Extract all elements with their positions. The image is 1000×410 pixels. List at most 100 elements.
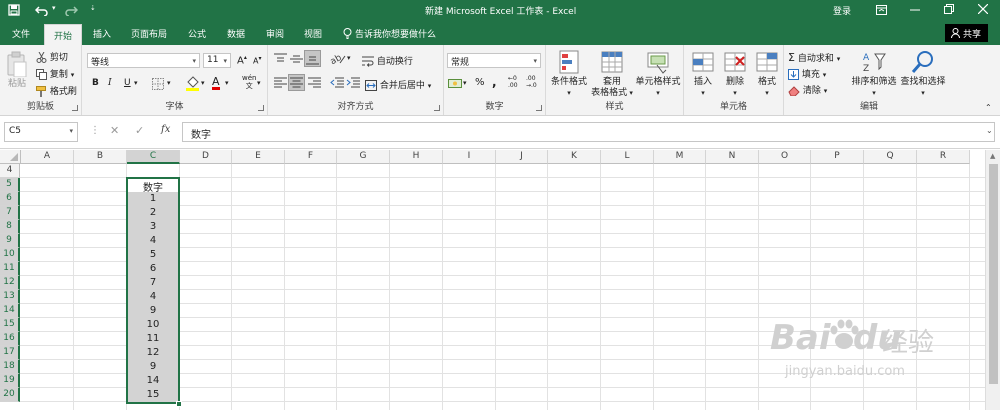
select-all-corner[interactable] [0, 150, 21, 164]
tab-home[interactable]: 开始 [44, 24, 83, 45]
column-header-k[interactable]: K [548, 150, 601, 164]
row-header-4[interactable]: 4 [0, 164, 20, 178]
autosum-button[interactable]: Σ 自动求和 ▾ [788, 51, 840, 64]
accounting-format-icon[interactable] [448, 77, 462, 89]
increase-decimal-button[interactable]: ←0.00 [508, 75, 518, 89]
font-color-dropdown-icon[interactable]: ▾ [225, 79, 229, 87]
align-middle-icon[interactable] [290, 53, 303, 65]
font-color-button[interactable]: A [212, 76, 220, 90]
ribbon-display-icon[interactable] [876, 5, 887, 15]
align-left-icon[interactable] [274, 77, 287, 88]
formula-input[interactable]: 数字 [182, 122, 995, 142]
tab-data[interactable]: 数据 [227, 27, 245, 40]
tab-formulas[interactable]: 公式 [188, 27, 206, 40]
column-header-l[interactable]: L [601, 150, 654, 164]
column-header-i[interactable]: I [443, 150, 496, 164]
font-name-select[interactable]: 等线 ▾ [87, 53, 200, 68]
tell-me-search[interactable]: 告诉我你想要做什么 [355, 27, 436, 40]
tab-review[interactable]: 审阅 [266, 27, 284, 40]
name-box[interactable]: C5 ▾ [4, 122, 78, 142]
clipboard-launcher-icon[interactable] [72, 105, 78, 111]
row-header-7[interactable]: 7 [0, 206, 20, 220]
column-header-a[interactable]: A [21, 150, 74, 164]
format-as-table-button[interactable]: 套用 表格格式 ▾ [590, 49, 634, 99]
font-launcher-icon[interactable] [258, 105, 264, 111]
undo-dropdown-icon[interactable]: ▾ [52, 4, 56, 12]
row-header-18[interactable]: 18 [0, 360, 20, 374]
find-select-button[interactable]: 查找和选择 ▾ [898, 49, 948, 99]
fill-handle[interactable] [176, 401, 182, 407]
login-link[interactable]: 登录 [833, 4, 851, 17]
decrease-indent-icon[interactable] [330, 77, 344, 88]
increase-indent-icon[interactable] [346, 77, 360, 88]
grow-font-button[interactable]: A▴ [237, 54, 247, 66]
fill-color-dropdown-icon[interactable]: ▾ [201, 79, 205, 87]
tab-insert[interactable]: 插入 [93, 27, 111, 40]
collapse-ribbon-icon[interactable]: ⌃ [985, 103, 992, 112]
number-launcher-icon[interactable] [536, 105, 542, 111]
row-header-17[interactable]: 17 [0, 346, 20, 360]
insert-function-button[interactable]: fx [161, 124, 170, 135]
wrap-text-button[interactable]: 自动换行 [362, 54, 413, 67]
align-bottom-active[interactable] [304, 50, 321, 67]
orientation-icon[interactable]: ab [330, 51, 346, 65]
column-header-c[interactable]: C [127, 150, 180, 164]
column-header-h[interactable]: H [390, 150, 443, 164]
row-header-5[interactable]: 5 [0, 178, 20, 192]
column-header-j[interactable]: J [496, 150, 548, 164]
close-icon[interactable] [978, 4, 988, 14]
customize-toolbar-icon[interactable]: ⇣ [90, 4, 96, 12]
borders-dropdown-icon[interactable]: ▾ [167, 79, 171, 87]
sort-filter-button[interactable]: AZ 排序和筛选 ▾ [850, 49, 898, 99]
copy-button[interactable]: 复制 ▾ [36, 67, 74, 80]
shrink-font-button[interactable]: A▾ [253, 55, 262, 66]
row-header-10[interactable]: 10 [0, 248, 20, 262]
align-center-active[interactable] [288, 74, 305, 91]
format-painter-button[interactable]: 格式刷 [36, 84, 77, 97]
minimize-icon[interactable] [910, 9, 920, 11]
tab-view[interactable]: 视图 [304, 27, 322, 40]
scroll-up-icon[interactable]: ▲ [990, 152, 995, 160]
cut-button[interactable]: 剪切 [36, 50, 68, 63]
row-header-6[interactable]: 6 [0, 192, 20, 206]
row-header-16[interactable]: 16 [0, 332, 20, 346]
clear-button[interactable]: 清除 ▾ [788, 83, 827, 96]
orientation-dropdown-icon[interactable]: ▾ [347, 54, 351, 62]
decrease-decimal-button[interactable]: .00 →.0 [526, 75, 537, 89]
row-header-12[interactable]: 12 [0, 276, 20, 290]
column-header-e[interactable]: E [232, 150, 285, 164]
cancel-entry-button[interactable]: ✕ [110, 124, 119, 137]
column-header-b[interactable]: B [74, 150, 127, 164]
column-header-r[interactable]: R [917, 150, 970, 164]
tab-page-layout[interactable]: 页面布局 [131, 27, 167, 40]
tab-file[interactable]: 文件 [12, 27, 30, 40]
comma-button[interactable]: , [492, 75, 497, 89]
phonetic-button[interactable]: wén 文 [242, 74, 256, 90]
borders-icon[interactable] [152, 78, 164, 90]
fill-color-icon[interactable] [186, 76, 199, 91]
row-header-13[interactable]: 13 [0, 290, 20, 304]
undo-icon[interactable] [35, 4, 49, 16]
insert-cells-button[interactable]: 插入 ▾ [686, 49, 720, 99]
align-top-icon[interactable] [274, 53, 287, 65]
percent-button[interactable]: % [475, 77, 485, 88]
underline-button[interactable]: U [124, 78, 131, 88]
row-header-15[interactable]: 15 [0, 318, 20, 332]
row-header-9[interactable]: 9 [0, 234, 20, 248]
font-size-select[interactable]: 11 ▾ [203, 53, 231, 68]
save-icon[interactable] [8, 4, 20, 16]
cell-c4[interactable] [127, 164, 179, 178]
confirm-entry-button[interactable]: ✓ [135, 124, 144, 137]
underline-dropdown-icon[interactable]: ▾ [134, 79, 138, 87]
column-header-p[interactable]: P [811, 150, 864, 164]
paste-button[interactable]: 粘贴 [5, 51, 29, 90]
row-header-20[interactable]: 20 [0, 388, 20, 402]
cell-styles-button[interactable]: 单元格样式 ▾ [634, 49, 682, 99]
accounting-dropdown-icon[interactable]: ▾ [463, 79, 467, 87]
redo-icon[interactable] [64, 4, 78, 16]
row-header-14[interactable]: 14 [0, 304, 20, 318]
italic-button[interactable]: I [108, 78, 112, 88]
column-header-d[interactable]: D [180, 150, 232, 164]
row-header-19[interactable]: 19 [0, 374, 20, 388]
share-button[interactable]: 共享 [945, 24, 988, 42]
